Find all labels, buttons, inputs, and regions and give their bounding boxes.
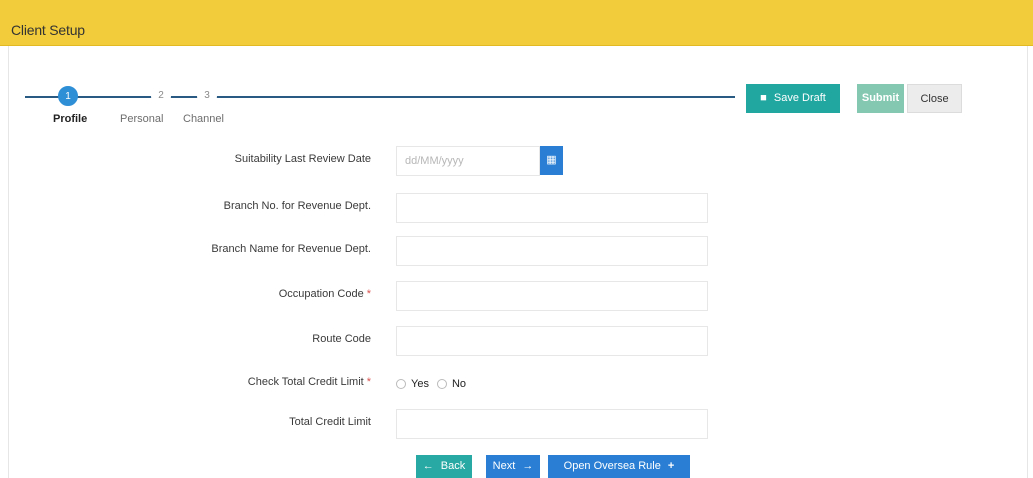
close-button[interactable]: Close (907, 84, 962, 113)
branch-name-label: Branch Name for Revenue Dept. (211, 243, 371, 255)
step-2-label[interactable]: Personal (120, 113, 163, 125)
suitability-date-placeholder: dd/MM/yyyy (405, 155, 464, 167)
row-total-credit-limit: Total Credit Limit (0, 409, 1033, 439)
row-route-code: Route Code (0, 326, 1033, 356)
required-mark: * (366, 376, 371, 388)
save-icon: ■ (760, 92, 767, 104)
occupation-code-label: Occupation Code * (279, 288, 371, 300)
open-oversea-rule-label: Open Oversea Rule (563, 460, 661, 472)
branch-no-input[interactable] (396, 193, 708, 223)
row-branch-name: Branch Name for Revenue Dept. (0, 236, 1033, 266)
calendar-icon[interactable]: ▦ (540, 146, 563, 175)
back-label: Back (440, 460, 466, 472)
occupation-code-label-text: Occupation Code (278, 288, 364, 300)
arrow-left-icon: ← (422, 460, 434, 472)
required-mark: * (366, 288, 371, 300)
next-label: Next (492, 460, 516, 472)
plus-icon: + (667, 460, 675, 472)
submit-button[interactable]: Submit (857, 84, 904, 113)
step-2-circle[interactable]: 2 (151, 86, 171, 106)
step-progress-line (25, 96, 735, 98)
save-draft-button[interactable]: ■ Save Draft (746, 84, 840, 113)
suitability-date-input[interactable]: dd/MM/yyyy (396, 146, 540, 176)
occupation-code-input[interactable] (396, 281, 708, 311)
radio-no-button[interactable] (436, 379, 447, 389)
route-code-label: Route Code (312, 333, 371, 345)
check-total-credit-limit-radio-group: Yes No (396, 372, 466, 396)
step-1-number: 1 (65, 91, 71, 102)
route-code-input[interactable] (396, 326, 708, 356)
row-occupation-code: Occupation Code * (0, 281, 1033, 311)
step-3-circle[interactable]: 3 (197, 86, 217, 106)
radio-yes-button[interactable] (396, 379, 406, 389)
back-button[interactable]: ← Back (416, 455, 472, 478)
row-check-total-credit-limit: Check Total Credit Limit * Yes No (0, 369, 1033, 399)
page-title: Client Setup (11, 22, 85, 38)
save-draft-label: Save Draft (773, 92, 826, 104)
check-total-credit-limit-label-text: Check Total Credit Limit (247, 376, 364, 388)
open-oversea-rule-button[interactable]: Open Oversea Rule + (548, 455, 690, 478)
arrow-right-icon: → (522, 460, 534, 472)
radio-yes[interactable]: Yes (396, 378, 429, 390)
step-1-label[interactable]: Profile (53, 113, 87, 125)
suitability-date-label: Suitability Last Review Date (234, 153, 371, 165)
next-button[interactable]: Next → (486, 455, 540, 478)
check-total-credit-limit-label: Check Total Credit Limit * (248, 376, 371, 388)
radio-no[interactable]: No (436, 378, 467, 390)
branch-no-label: Branch No. for Revenue Dept. (223, 200, 371, 212)
branch-name-input[interactable] (396, 236, 708, 266)
radio-no-label: No (451, 378, 467, 390)
step-1-circle[interactable]: 1 (58, 86, 78, 106)
step-wizard: 1 2 3 (25, 86, 745, 106)
step-3-number: 3 (204, 90, 210, 101)
total-credit-limit-input[interactable] (396, 409, 708, 439)
step-2-number: 2 (158, 90, 164, 101)
client-setup-page: Client Setup 1 2 3 Profile Personal Chan… (0, 0, 1033, 478)
row-branch-no: Branch No. for Revenue Dept. (0, 193, 1033, 223)
row-suitability-date: Suitability Last Review Date dd/MM/yyyy … (0, 146, 1033, 176)
radio-yes-label: Yes (411, 378, 429, 390)
step-3-label[interactable]: Channel (183, 113, 224, 125)
header-bar: Client Setup (0, 0, 1033, 46)
total-credit-limit-label: Total Credit Limit (289, 416, 371, 428)
